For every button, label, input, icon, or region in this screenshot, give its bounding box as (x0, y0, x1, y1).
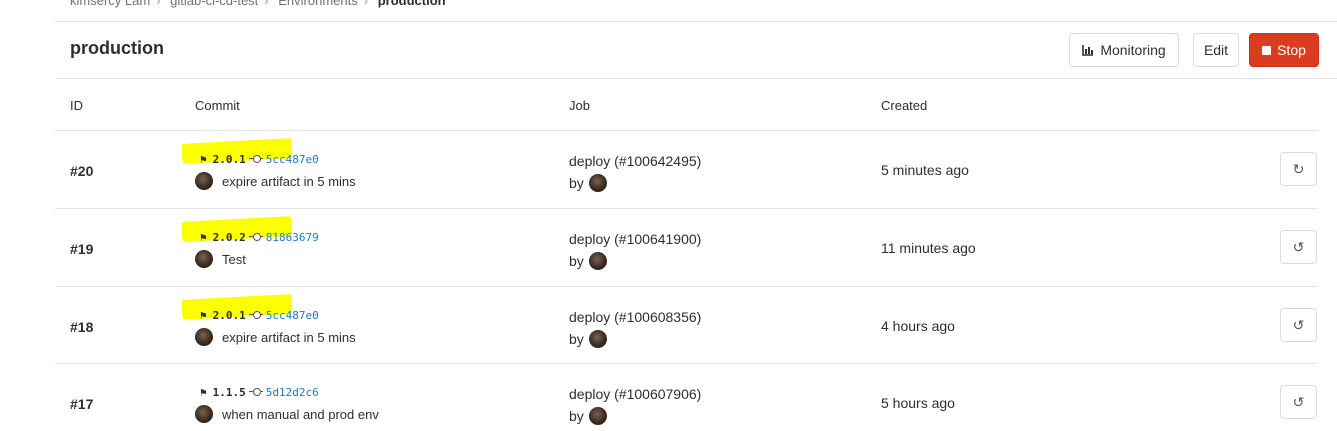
table-row: #17 ⚑ 1.1.5 5d12d2c6 when manual and pro… (55, 363, 1318, 431)
rollback-button[interactable]: ↺ (1280, 385, 1317, 419)
avatar[interactable] (588, 330, 607, 348)
re-deploy-button[interactable]: ↻ (1280, 152, 1317, 186)
commit-message-line: expire artifact in 5 mins (195, 172, 356, 190)
commit-ref: ⚑ 2.0.2 81863679 (200, 229, 319, 245)
chevron-right-icon: › (156, 0, 161, 8)
retry-icon: ↻ (1292, 160, 1305, 177)
tag-name[interactable]: 2.0.1 (213, 153, 246, 166)
stop-label: Stop (1277, 42, 1306, 58)
triggered-by: by (569, 328, 701, 350)
avatar[interactable] (588, 174, 607, 192)
job-link[interactable]: deploy (#100607906) (569, 383, 701, 405)
commit-message[interactable]: expire artifact in 5 mins (222, 174, 356, 189)
created-time: 11 minutes ago (881, 240, 976, 256)
breadcrumb: kimsercy Lam › gitlab-ci-cd-test › Environ… (70, 0, 450, 8)
avatar[interactable] (195, 405, 213, 423)
tag-icon: ⚑ (200, 308, 207, 322)
job-cell: deploy (#100642495) by (569, 150, 701, 194)
triggered-by: by (569, 172, 701, 194)
commit-ref: ⚑ 2.0.1 5cc487e0 (200, 307, 319, 323)
tag-name[interactable]: 2.0.2 (213, 231, 246, 244)
avatar[interactable] (588, 252, 607, 270)
deployment-id[interactable]: #19 (70, 241, 93, 257)
rollback-icon: ↺ (1292, 238, 1305, 255)
commit-icon (248, 233, 263, 241)
commit-icon (248, 155, 263, 163)
commit-sha-link[interactable]: 5cc487e0 (266, 153, 319, 166)
job-link[interactable]: deploy (#100608356) (569, 306, 701, 328)
monitoring-label: Monitoring (1100, 42, 1166, 58)
stop-icon (1262, 45, 1272, 55)
commit-icon (248, 311, 263, 319)
commit-sha-link[interactable]: 5d12d2c6 (266, 386, 319, 399)
deployment-id[interactable]: #18 (70, 319, 93, 335)
breadcrumb-project[interactable]: gitlab-ci-cd-test (170, 0, 258, 8)
deployment-id[interactable]: #17 (70, 396, 93, 412)
chevron-right-icon: › (363, 0, 369, 8)
tag-icon: ⚑ (200, 152, 207, 166)
job-link[interactable]: deploy (#100641900) (569, 228, 701, 250)
by-label: by (569, 175, 584, 191)
breadcrumb-environments[interactable]: Environments (278, 0, 357, 8)
commit-message[interactable]: Test (222, 252, 246, 267)
commit-message-line: Test (195, 250, 246, 268)
column-header-job: Job (569, 98, 590, 113)
chart-icon (1082, 45, 1094, 56)
job-cell: deploy (#100607906) by (569, 383, 701, 427)
table-row: #18 ⚑ 2.0.1 5cc487e0 expire artifact in … (55, 286, 1318, 364)
edit-label: Edit (1203, 42, 1229, 58)
breadcrumb-user[interactable]: kimsercy Lam (70, 0, 150, 8)
tag-name[interactable]: 1.1.5 (213, 386, 246, 399)
avatar[interactable] (195, 172, 213, 190)
monitoring-button[interactable]: Monitoring (1069, 33, 1179, 67)
chevron-right-icon: › (264, 0, 269, 8)
job-link[interactable]: deploy (#100642495) (569, 150, 701, 172)
breadcrumb-current[interactable]: production (378, 0, 446, 8)
tag-icon: ⚑ (200, 385, 207, 399)
stop-button[interactable]: Stop (1249, 33, 1319, 67)
job-cell: deploy (#100641900) by (569, 228, 701, 272)
rollback-button[interactable]: ↺ (1280, 230, 1317, 264)
page-title: production (70, 38, 164, 58)
rollback-button[interactable]: ↺ (1280, 308, 1317, 342)
commit-message[interactable]: when manual and prod env (222, 407, 379, 422)
created-time: 4 hours ago (881, 318, 955, 334)
triggered-by: by (569, 405, 701, 427)
by-label: by (569, 331, 584, 347)
commit-ref: ⚑ 2.0.1 5cc487e0 (200, 151, 319, 167)
created-time: 5 minutes ago (881, 162, 969, 178)
triggered-by: by (569, 250, 701, 272)
avatar[interactable] (195, 250, 213, 268)
commit-message-line: when manual and prod env (195, 405, 379, 423)
avatar[interactable] (195, 328, 213, 346)
commit-sha-link[interactable]: 5cc487e0 (266, 309, 319, 322)
created-time: 5 hours ago (881, 395, 955, 411)
table-row: #20 ⚑ 2.0.1 5cc487e0 expire artifact in … (55, 130, 1318, 208)
divider (55, 78, 1337, 79)
rollback-icon: ↺ (1292, 316, 1305, 333)
avatar[interactable] (588, 407, 607, 425)
by-label: by (569, 408, 584, 424)
table-row: #19 ⚑ 2.0.2 81863679 Test deploy (#10064… (55, 208, 1318, 286)
column-header-created: Created (881, 98, 928, 113)
commit-sha-link[interactable]: 81863679 (266, 231, 319, 244)
column-header-id: ID (70, 98, 83, 113)
job-cell: deploy (#100608356) by (569, 306, 701, 350)
tag-name[interactable]: 2.0.1 (213, 309, 246, 322)
commit-message-line: expire artifact in 5 mins (195, 328, 356, 346)
divider (55, 21, 1337, 22)
tag-icon: ⚑ (200, 230, 207, 244)
commit-ref: ⚑ 1.1.5 5d12d2c6 (200, 384, 319, 400)
commit-message[interactable]: expire artifact in 5 mins (222, 330, 356, 345)
by-label: by (569, 253, 584, 269)
column-header-commit: Commit (195, 98, 240, 113)
rollback-icon: ↺ (1292, 393, 1305, 410)
deployment-id[interactable]: #20 (70, 163, 93, 179)
edit-button[interactable]: Edit (1193, 33, 1239, 67)
commit-icon (248, 388, 263, 396)
